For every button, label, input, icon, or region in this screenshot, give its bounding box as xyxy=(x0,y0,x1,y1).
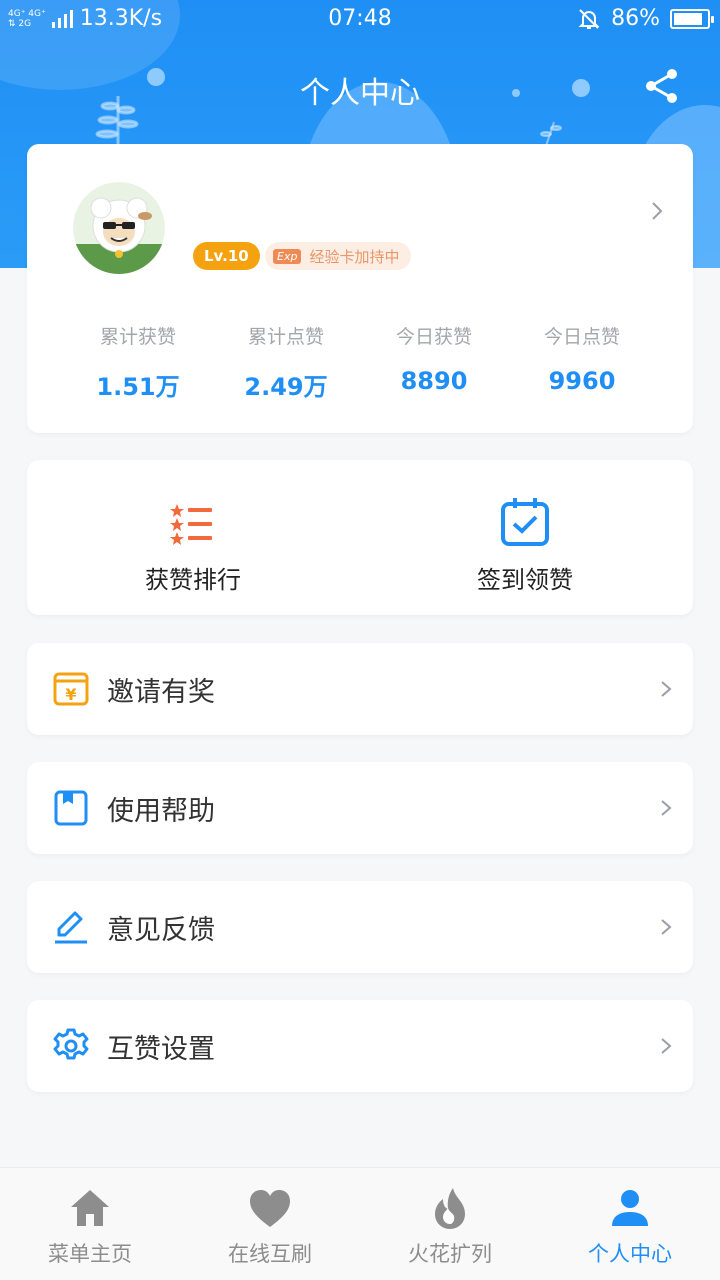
gear-icon xyxy=(53,1028,89,1060)
exp-text: 经验卡加持中 xyxy=(309,247,400,266)
chevron-right-icon xyxy=(661,919,672,935)
stat-today-given: 今日点赞 9960 xyxy=(543,326,620,395)
tab-home[interactable]: 菜单主页 xyxy=(0,1168,180,1280)
menu-help[interactable]: 使用帮助 xyxy=(27,762,693,854)
edit-pencil-icon xyxy=(55,911,87,944)
battery-icon xyxy=(670,8,714,29)
exp-tag: Exp xyxy=(273,248,302,264)
exp-card-badge: Exp 经验卡加持中 xyxy=(265,242,412,270)
level-badge: Lv.10 xyxy=(193,242,260,270)
svg-text:¥: ¥ xyxy=(65,685,76,704)
page-title: 个人中心 xyxy=(300,76,420,111)
yuan-gift-icon: ¥ xyxy=(53,672,89,706)
heart-icon xyxy=(250,1190,290,1227)
stat-total-given: 累计点赞 2.49万 xyxy=(244,326,328,401)
menu-feedback[interactable]: 意见反馈 xyxy=(27,881,693,973)
person-icon xyxy=(612,1190,648,1226)
avatar[interactable] xyxy=(73,182,165,274)
menu-settings[interactable]: 互赞设置 xyxy=(27,1000,693,1092)
stat-today-received: 今日获赞 8890 xyxy=(395,326,472,395)
ranking-button[interactable]: 获赞排行 xyxy=(83,496,303,595)
home-icon xyxy=(71,1190,109,1226)
book-icon xyxy=(54,790,88,826)
quick-actions-card: 获赞排行 签到领赞 xyxy=(27,460,693,615)
tab-profile[interactable]: 个人中心 xyxy=(540,1168,720,1280)
share-icon[interactable] xyxy=(642,66,682,106)
battery-percent: 86% xyxy=(611,6,660,31)
profile-card[interactable]: Lv.10 Exp 经验卡加持中 累计获赞 1.51万 累计点赞 2.49万 今… xyxy=(27,144,693,433)
status-bar: 4G⁺ 4G⁺ ⇅ 2G 13.3K/s 07:48 86% xyxy=(0,0,720,40)
ranking-list-icon xyxy=(170,504,212,545)
tab-online-swap[interactable]: 在线互刷 xyxy=(180,1168,360,1280)
calendar-check-icon xyxy=(501,498,549,546)
tab-spark[interactable]: 火花扩列 xyxy=(360,1168,540,1280)
menu-invite[interactable]: ¥ 邀请有奖 xyxy=(27,643,693,735)
chevron-right-icon xyxy=(661,681,672,697)
stat-total-received: 累计获赞 1.51万 xyxy=(96,326,180,401)
flame-icon xyxy=(435,1188,465,1229)
bell-muted-icon xyxy=(578,8,600,29)
chevron-right-icon xyxy=(661,1038,672,1054)
bottom-tab-bar: 菜单主页 在线互刷 火花扩列 个人中心 xyxy=(0,1167,720,1280)
stats-row: 累计获赞 1.51万 累计点赞 2.49万 今日获赞 8890 今日点赞 996… xyxy=(27,322,693,402)
chevron-right-icon xyxy=(661,800,672,816)
checkin-button[interactable]: 签到领赞 xyxy=(415,496,635,595)
chevron-right-icon[interactable] xyxy=(649,200,665,222)
